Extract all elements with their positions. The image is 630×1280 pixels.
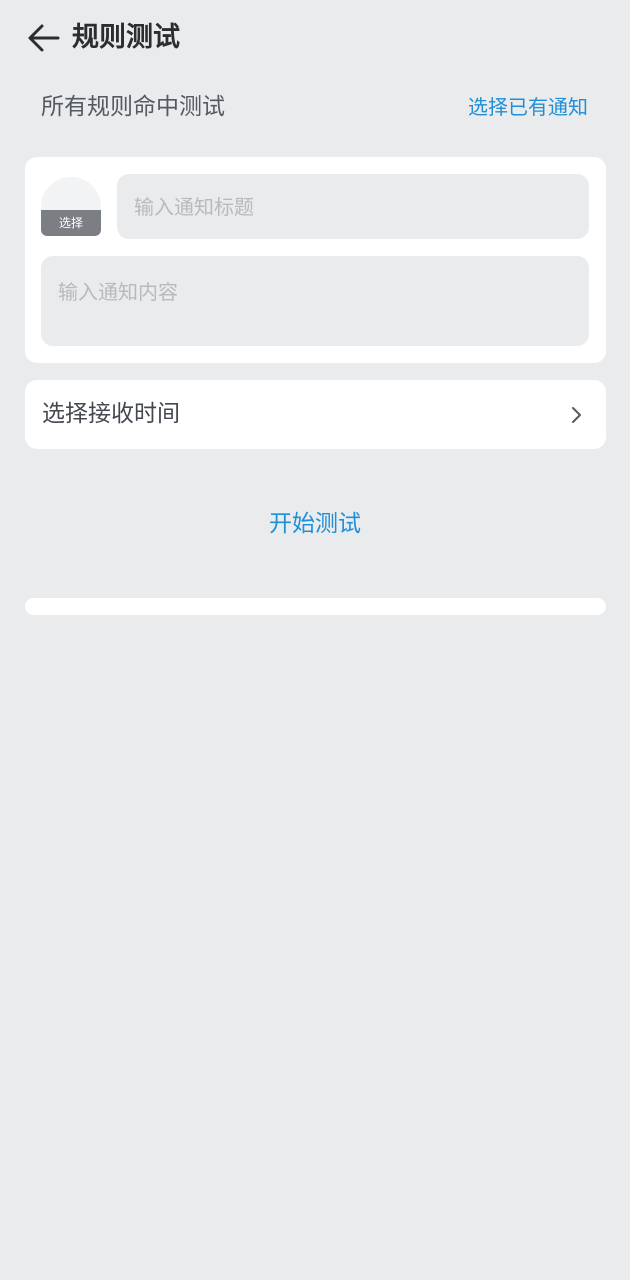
section-title: 所有规则命中测试 [41, 94, 225, 120]
start-test-button[interactable]: 开始测试 [0, 500, 630, 548]
test-result-card [25, 598, 606, 615]
section-header: 所有规则命中测试 选择已有通知 [0, 84, 630, 130]
chevron-right-icon [572, 407, 581, 423]
notification-title-input[interactable] [117, 174, 589, 239]
receive-time-label: 选择接收时间 [42, 401, 180, 427]
page-title: 规则测试 [72, 22, 180, 53]
arrow-left-icon [28, 24, 60, 52]
notification-card: 选择 [25, 157, 606, 363]
back-button[interactable] [24, 18, 64, 58]
icon-picker-label: 选择 [41, 210, 101, 236]
select-existing-notification-link[interactable]: 选择已有通知 [468, 84, 588, 130]
notification-icon-picker[interactable]: 选择 [41, 177, 101, 236]
receive-time-selector[interactable]: 选择接收时间 [25, 380, 606, 449]
app-header: 规则测试 [0, 0, 630, 76]
notification-content-input[interactable] [41, 256, 589, 346]
